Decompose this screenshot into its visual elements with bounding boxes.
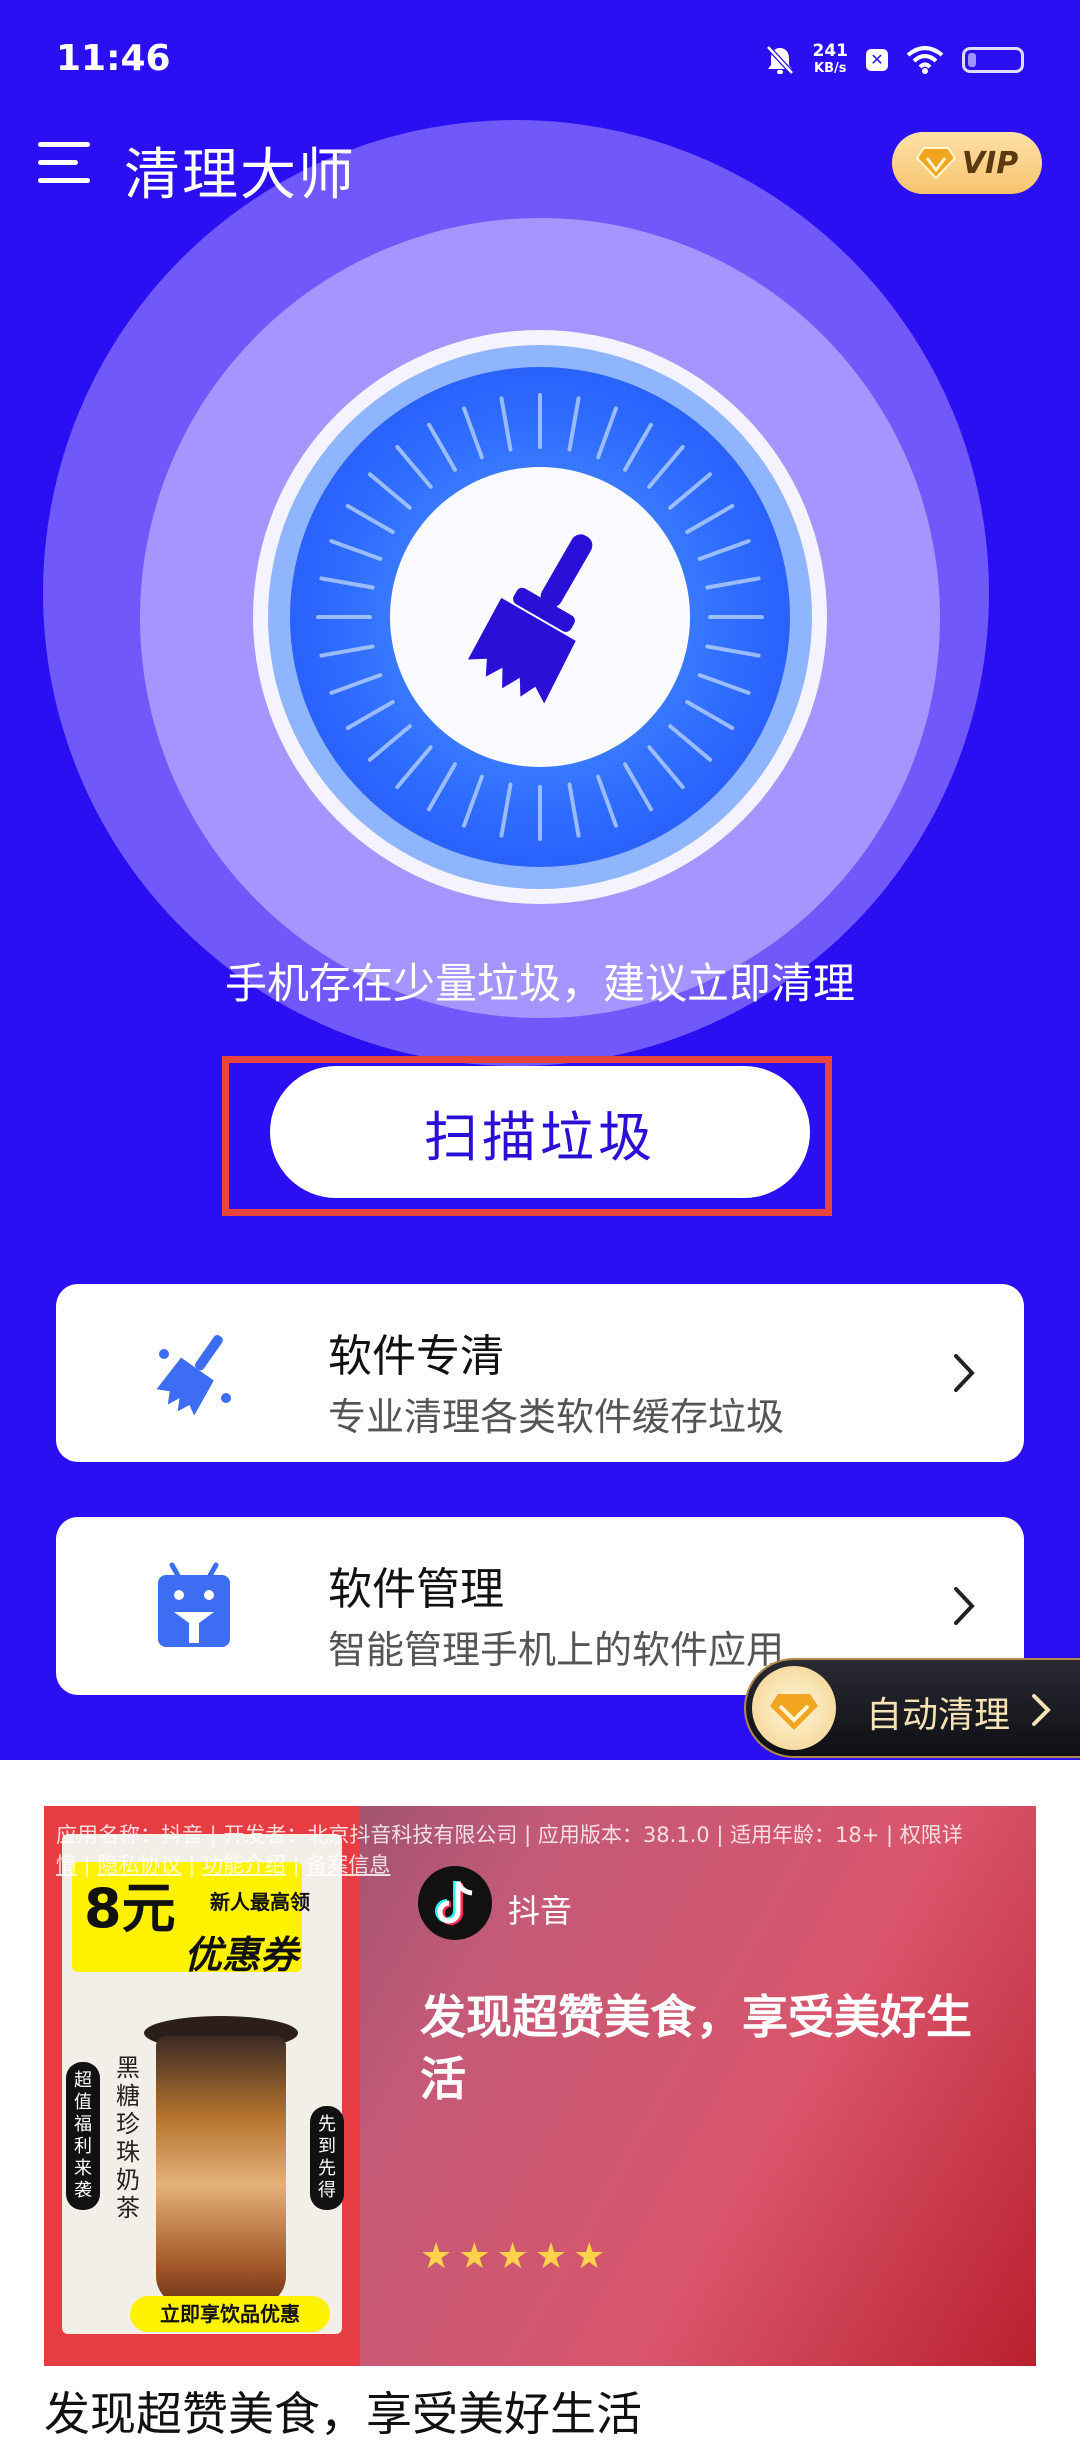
dial-tick: [427, 762, 457, 812]
ad-meta: 应用名称：抖音 | 开发者：北京抖音科技有限公司 | 应用版本：38.1.0 |…: [56, 1820, 1024, 1880]
battery-icon: [962, 47, 1024, 73]
net-speed: 241 KB/s: [813, 42, 849, 78]
vip-label: VIP: [961, 145, 1019, 181]
card-subtitle: 智能管理手机上的软件应用: [328, 1628, 785, 1672]
status-time: 11:46: [56, 38, 171, 79]
dial-tick: [647, 745, 685, 790]
diamond-icon: [915, 147, 956, 180]
drink-name: 黑糖珍珠奶茶: [116, 2054, 140, 2222]
dial-tick: [462, 774, 484, 828]
wifi-icon: [906, 46, 944, 74]
dial-tick: [668, 724, 713, 762]
rating-stars: ★★★★★: [420, 2236, 612, 2277]
coupon-label: 优惠券: [184, 1933, 299, 1977]
net-speed-unit: KB/s: [814, 61, 847, 76]
buy-button[interactable]: 立即享饮品优惠: [130, 2296, 330, 2332]
dial-tick: [367, 472, 412, 510]
dial-tick: [499, 782, 513, 838]
auto-clean-badge: [752, 1666, 836, 1750]
battery-level: [968, 53, 976, 67]
ad-link[interactable]: 隐私协议: [97, 1853, 181, 1877]
auto-clean-label: 自动清理: [866, 1695, 1011, 1736]
hero-section: 11:46 241 KB/s ✕ 清理大师 VIP 手机存在少量垃圾，建议立即清…: [0, 0, 1080, 1760]
junk-hint: 手机存在少量垃圾，建议立即清理: [224, 959, 855, 1008]
ad-link[interactable]: 备案信息: [306, 1853, 390, 1877]
ad-banner[interactable]: 8元 新人最高领 优惠券 黑糖珍珠奶茶 超值福利来袭 先到先得 立即享饮品优惠 …: [44, 1806, 1036, 2366]
dial-tick: [668, 472, 713, 510]
milk-tea-cup: [156, 2036, 286, 2306]
chevron-right-icon: [954, 1587, 975, 1625]
card-title: 软件管理: [328, 1564, 504, 1615]
tiktok-logo: [418, 1866, 492, 1940]
side-tag-left: 超值福利来袭: [66, 2062, 100, 2210]
dial-tick: [395, 444, 433, 489]
dial-tick: [685, 700, 735, 730]
dial-tick: [345, 700, 395, 730]
net-speed-value: 241: [812, 41, 849, 61]
dial-tick: [462, 406, 484, 460]
chevron-right-icon: [1032, 1694, 1051, 1726]
dial-tick: [685, 504, 735, 534]
android-icon: [158, 1562, 230, 1647]
tiktok-note-icon: [435, 1880, 473, 1925]
ad-caption: 发现超赞美食，享受美好生活: [44, 2387, 642, 2441]
vip-button[interactable]: VIP: [892, 132, 1042, 194]
dial-tick: [329, 539, 383, 561]
dial-tick: [697, 673, 751, 695]
dial-tick: [705, 644, 761, 658]
dial-tick: [499, 396, 513, 452]
dial-tick: [596, 774, 618, 828]
broom-icon: [156, 1335, 231, 1416]
dial-tick: [596, 406, 618, 460]
dial-tick: [567, 782, 581, 838]
ad-headline: 发现超赞美食，享受美好生活: [420, 1990, 972, 2106]
diamond-icon: [770, 1694, 818, 1730]
page-title: 清理大师: [124, 143, 356, 208]
app-header: 清理大师 VIP: [38, 130, 1042, 220]
dial-tick: [345, 504, 395, 534]
ad-product-image: 8元 新人最高领 优惠券 黑糖珍珠奶茶 超值福利来袭 先到先得 立即享饮品优惠: [44, 1806, 360, 2366]
dial-tick: [647, 444, 685, 489]
dial-tick: [697, 539, 751, 561]
dial-tick: [319, 644, 375, 658]
dial-tick: [395, 745, 433, 790]
card-app-clean[interactable]: 软件专清 专业清理各类软件缓存垃圾: [56, 1284, 1024, 1462]
card-subtitle: 专业清理各类软件缓存垃圾: [328, 1395, 785, 1439]
side-tag-right: 先到先得: [310, 2106, 344, 2210]
dial-tick: [705, 576, 761, 590]
dial-tick: [623, 762, 653, 812]
dial-tick: [367, 724, 412, 762]
chevron-right-icon: [954, 1354, 975, 1392]
status-bar: 11:46 241 KB/s ✕: [56, 38, 1024, 88]
dial-tick: [623, 422, 653, 472]
dial-tick: [329, 673, 383, 695]
scan-junk-button[interactable]: 扫描垃圾: [270, 1066, 810, 1198]
dial-tick: [319, 576, 375, 590]
auto-clean-button[interactable]: 自动清理: [744, 1658, 1080, 1758]
ad-link[interactable]: 功能介绍: [202, 1853, 286, 1877]
ad-meta-line: 应用名称：抖音 | 开发者：北京抖音科技有限公司 | 应用版本：38.1.0 |…: [56, 1823, 963, 1847]
menu-icon[interactable]: [38, 142, 90, 186]
ad-link[interactable]: 情: [56, 1853, 77, 1877]
mute-bell-icon: [765, 45, 794, 75]
broom-icon: [467, 534, 593, 704]
dial-tick: [427, 422, 457, 472]
dial-tick: [567, 396, 581, 452]
notification-x-icon: ✕: [866, 49, 888, 71]
ad-brand: 抖音: [508, 1892, 573, 1930]
coupon-new-label: 新人最高领: [210, 1890, 310, 1914]
card-title: 软件专清: [328, 1331, 504, 1382]
